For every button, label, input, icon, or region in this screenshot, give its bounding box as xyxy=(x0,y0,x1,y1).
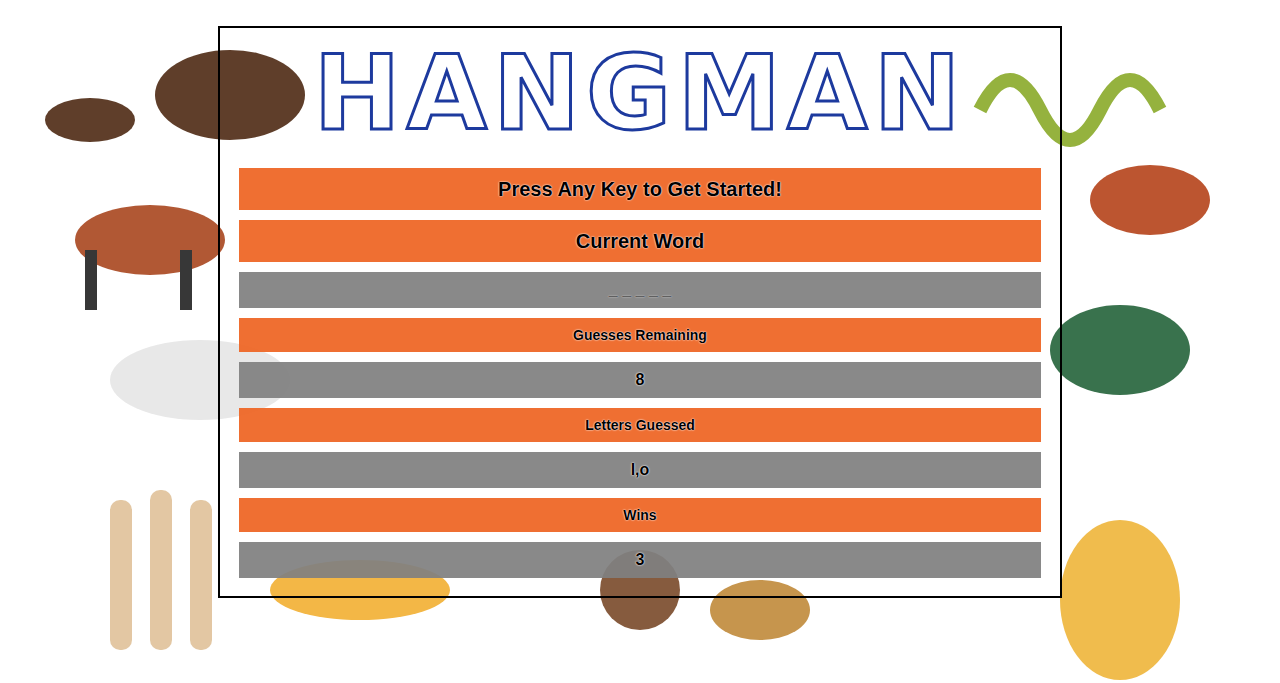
game-page: HANGMAN Press Any Key to Get Started! Cu… xyxy=(0,0,1280,683)
stat-label: Letters Guessed xyxy=(239,408,1041,442)
stat-label: Guesses Remaining xyxy=(239,318,1041,352)
stat-value: l,o xyxy=(239,452,1041,488)
title: HANGMAN xyxy=(314,41,967,145)
stat-value: 8 xyxy=(239,362,1041,398)
stat-label: Wins xyxy=(239,498,1041,532)
logo: HANGMAN xyxy=(239,28,1041,158)
game-board: HANGMAN Press Any Key to Get Started! Cu… xyxy=(218,26,1062,598)
current-word: _ _ _ _ _ xyxy=(239,272,1041,308)
info-bars: Press Any Key to Get Started! Current Wo… xyxy=(239,168,1041,578)
stat-value: 3 xyxy=(239,542,1041,578)
prompt-bar: Press Any Key to Get Started! xyxy=(239,168,1041,210)
current-word-label: Current Word xyxy=(239,220,1041,262)
